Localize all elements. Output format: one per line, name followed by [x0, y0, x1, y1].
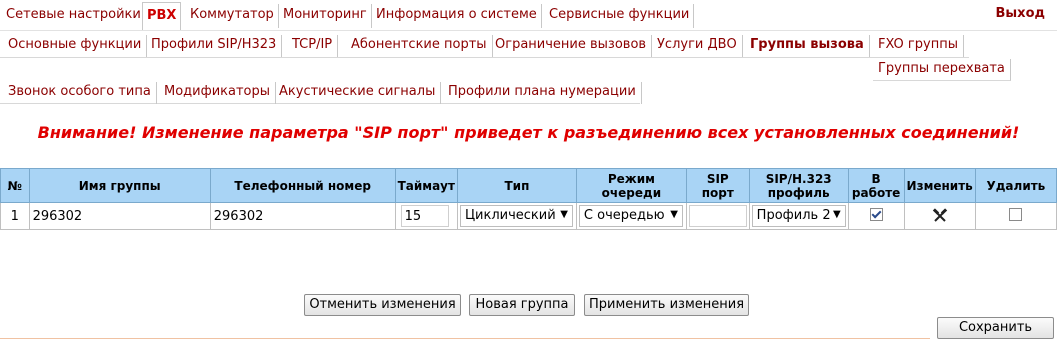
sub-tab-tcpip[interactable]: TCP/IP — [287, 35, 339, 57]
subnav-divider — [0, 57, 969, 58]
apply-changes-button[interactable]: Применить изменения — [584, 294, 749, 316]
col-queue-line1: Режим — [607, 171, 655, 186]
queue-select-value: С очередью — [583, 208, 665, 223]
col-edit: Изменить — [903, 168, 976, 203]
col-profile-line2: профиль — [767, 185, 830, 200]
table-row: 1 296302 296302 Циклический ▼ С очередью… — [0, 202, 1057, 230]
sub-tab-call-restriction[interactable]: Ограничение вызовов — [490, 35, 653, 57]
sub-tab-dvo-services[interactable]: Услуги ДВО — [652, 35, 743, 57]
sub-tab-sip-profiles[interactable]: Профили SIP/H323 — [146, 35, 283, 57]
col-phone: Телефонный номер — [209, 168, 396, 203]
col-active-line1: В — [871, 171, 881, 186]
exit-link[interactable]: Выход — [996, 6, 1045, 21]
col-profile: SIP/H.323 профиль — [748, 168, 849, 203]
sub-tab-basic[interactable]: Основные функции — [3, 35, 148, 57]
col-queue-line2: очереди — [601, 185, 662, 200]
sub-tab-fxo-groups[interactable]: FXO группы — [873, 35, 964, 57]
col-sip-port: SIP порт — [685, 168, 750, 203]
top-tab-pbx[interactable]: PBX — [142, 2, 182, 30]
table-header-row: № Имя группы Телефонный номер Таймаут Ти… — [0, 168, 1057, 203]
col-timeout: Таймаут — [394, 168, 458, 203]
top-tab-network[interactable]: Сетевые настройки — [2, 4, 146, 28]
delete-checkbox[interactable] — [1009, 207, 1023, 221]
row-name[interactable]: 296302 — [28, 202, 211, 230]
type-select[interactable]: Циклический ▼ — [459, 205, 573, 227]
new-group-button[interactable]: Новая группа — [469, 294, 575, 316]
row-active-cell — [847, 202, 905, 230]
row-timeout-cell — [394, 202, 458, 230]
col-queue: Режим очереди — [575, 168, 687, 203]
col-num: № — [0, 168, 30, 203]
bottom-divider — [0, 338, 930, 339]
sip-port-input[interactable] — [688, 205, 747, 227]
row-delete-cell — [974, 202, 1057, 230]
sub-tab-pickup-groups[interactable]: Группы перехвата — [873, 59, 1011, 81]
call-groups-table: № Имя группы Телефонный номер Таймаут Ти… — [0, 168, 1057, 230]
row-queue-cell: С очередью ▼ — [575, 202, 687, 230]
col-profile-line1: SIP/H.323 — [765, 171, 832, 186]
tools-icon[interactable] — [932, 208, 948, 224]
sub-tab-acoustic-signals[interactable]: Акустические сигналы — [274, 82, 442, 104]
col-name: Имя группы — [28, 168, 211, 203]
profile-select-value: Профиль 2 — [756, 208, 831, 223]
row-edit-cell — [903, 202, 976, 230]
top-nav: Сетевые настройки PBX Коммутатор Монитор… — [0, 0, 1057, 31]
col-type: Тип — [456, 168, 577, 203]
top-tab-switch[interactable]: Коммутатор — [186, 4, 279, 28]
sub-tab-modifiers[interactable]: Модификаторы — [159, 82, 277, 104]
queue-select[interactable]: С очередью ▼ — [578, 205, 683, 227]
active-checkbox[interactable] — [869, 207, 883, 221]
warning-message: Внимание! Изменение параметра "SIP порт"… — [37, 123, 1020, 142]
profile-select[interactable]: Профиль 2 ▼ — [751, 205, 846, 227]
sub-tab-special-ring[interactable]: Звонок особого типа — [3, 82, 157, 104]
sub-tab-numbering-plan[interactable]: Профили плана нумерации — [443, 82, 642, 104]
col-active-line2: работе — [851, 185, 901, 200]
chevron-down-icon: ▼ — [832, 209, 841, 220]
save-button[interactable]: Сохранить — [937, 317, 1054, 339]
row-type-cell: Циклический ▼ — [456, 202, 577, 230]
top-tab-monitoring[interactable]: Мониторинг — [279, 4, 372, 28]
col-delete: Удалить — [974, 168, 1057, 203]
row-sip-port-cell — [685, 202, 750, 230]
cancel-changes-button[interactable]: Отменить изменения — [304, 294, 461, 316]
row-phone[interactable]: 296302 — [209, 202, 396, 230]
timeout-input[interactable] — [400, 205, 449, 227]
type-select-value: Циклический — [464, 208, 556, 223]
sub-tab-call-groups[interactable]: Группы вызова — [745, 35, 870, 57]
top-tab-service[interactable]: Сервисные функции — [545, 4, 695, 28]
row-profile-cell: Профиль 2 ▼ — [748, 202, 849, 230]
chevron-down-icon: ▼ — [560, 209, 568, 220]
row-num: 1 — [0, 202, 30, 230]
chevron-down-icon: ▼ — [670, 209, 678, 220]
top-tab-system-info[interactable]: Информация о системе — [372, 4, 542, 28]
col-active: Вработе — [847, 168, 905, 203]
sub-tab-subscriber-ports[interactable]: Абонентские порты — [346, 35, 493, 57]
